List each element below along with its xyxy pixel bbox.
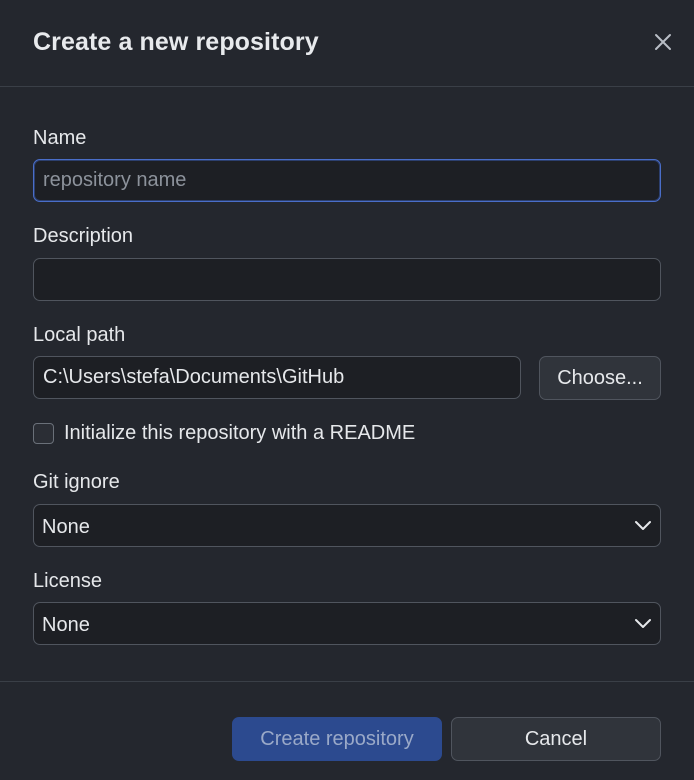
choose-button-label: Choose... [557, 366, 643, 389]
close-button[interactable] [651, 30, 675, 54]
readme-checkbox-label[interactable]: Initialize this repository with a README [64, 422, 415, 445]
git-ignore-selected-value: None [42, 516, 90, 538]
license-selected-value: None [42, 614, 90, 636]
close-icon [655, 34, 671, 50]
description-input[interactable] [33, 258, 661, 301]
description-label: Description [33, 225, 134, 247]
dialog-header: Create a new repository [0, 0, 694, 87]
footer-divider [0, 681, 694, 682]
choose-button[interactable]: Choose... [539, 356, 661, 400]
dialog-title: Create a new repository [33, 28, 319, 56]
license-select[interactable]: None [33, 602, 661, 645]
readme-checkbox[interactable] [33, 423, 54, 444]
create-repository-button[interactable]: Create repository [232, 717, 442, 761]
chevron-down-icon [635, 521, 651, 530]
git-ignore-select[interactable]: None [33, 504, 661, 547]
git-ignore-label: Git ignore [33, 471, 120, 493]
create-repository-dialog: Create a new repository Name Description… [0, 0, 694, 780]
local-path-input[interactable] [33, 356, 521, 399]
chevron-down-icon [635, 619, 651, 628]
license-label: License [33, 570, 102, 592]
cancel-button[interactable]: Cancel [451, 717, 661, 761]
name-input[interactable] [33, 159, 661, 202]
create-repository-label: Create repository [260, 727, 414, 750]
cancel-label: Cancel [524, 727, 588, 750]
local-path-label: Local path [33, 324, 126, 346]
name-label: Name [33, 127, 87, 149]
